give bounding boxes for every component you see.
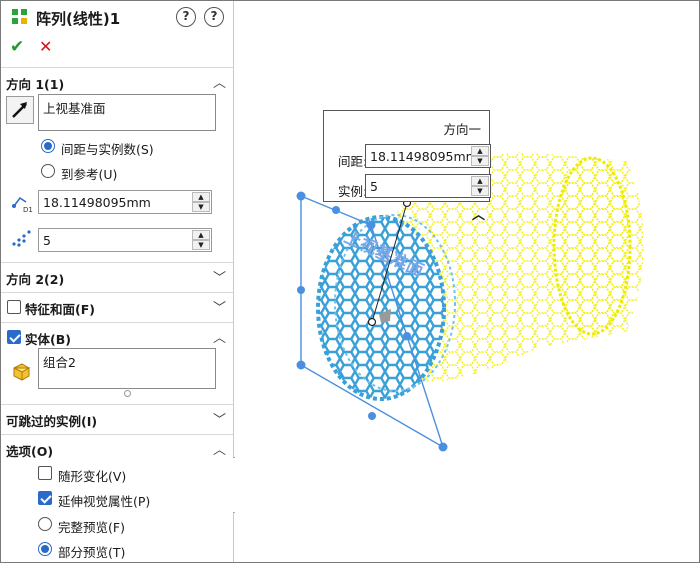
spin-down-icon[interactable]: ▼: [471, 186, 489, 196]
chevron-up-icon[interactable]: ︿: [213, 439, 226, 458]
spacing-instances-label: 间距与实例数(S): [61, 142, 154, 157]
options-section-header[interactable]: 选项(O) ︿: [1, 434, 233, 462]
bodies-section-header[interactable]: 实体(B) ︿: [1, 322, 233, 350]
direction1-label: 方向 1(1): [6, 77, 65, 92]
bodies-label: 实体(B): [25, 332, 71, 347]
property-manager-panel: 阵列(线性)1 ? ? ✔ ✕ 方向 1(1) ︿ 上视基准面 间距与实例数(S…: [1, 1, 234, 562]
help-icon[interactable]: ?: [204, 7, 224, 27]
spin-down-icon[interactable]: ▼: [192, 240, 210, 250]
direction1-callout: 方向一 间距: 18.11498095mm ▲ ▼ 实例: 5 ▲ ▼: [323, 110, 491, 202]
instances-stepper[interactable]: ▲ ▼: [192, 230, 210, 250]
instances-to-skip-label: 可跳过的实例(I): [6, 414, 98, 429]
graphics-viewport[interactable]: 上视基准面 方向一 间距: 18.11498095mm ▲ ▼ 实例: 5 ▲ …: [235, 1, 699, 562]
scene-canvas[interactable]: 上视基准面: [235, 1, 699, 562]
spacing-input[interactable]: 18.11498095mm ▲ ▼: [38, 190, 212, 214]
callout-instances-stepper[interactable]: ▲ ▼: [471, 176, 489, 196]
chevron-down-icon[interactable]: ﹀: [213, 267, 226, 286]
help-detail-icon[interactable]: ?: [176, 7, 196, 27]
spin-down-icon[interactable]: ▼: [471, 156, 489, 166]
features-faces-label: 特征和面(F): [25, 302, 95, 317]
svg-text:D1: D1: [23, 206, 33, 214]
callout-instances-value: 5: [370, 179, 378, 194]
panel-title: 阵列(线性)1: [36, 10, 121, 28]
ok-button[interactable]: ✔: [10, 37, 24, 57]
list-resize-handle[interactable]: [124, 390, 131, 397]
options-label: 选项(O): [6, 444, 54, 459]
callout-collapse-chevron-icon[interactable]: ︿: [472, 204, 485, 223]
features-faces-checkbox[interactable]: [7, 300, 21, 314]
reverse-direction-icon: [12, 102, 27, 118]
spacing-instances-radio[interactable]: [41, 139, 55, 153]
to-reference-radio[interactable]: [41, 164, 55, 178]
reverse-direction-button[interactable]: [6, 96, 34, 124]
partial-preview-label: 部分预览(T): [58, 545, 126, 560]
spin-up-icon[interactable]: ▲: [192, 192, 210, 202]
callout-title: 方向一: [443, 122, 481, 137]
bodies-selection-box[interactable]: 组合2: [38, 348, 216, 389]
chevron-down-icon[interactable]: ﹀: [213, 409, 226, 428]
vary-sketch-label: 随形变化(V): [58, 469, 127, 484]
chevron-up-icon[interactable]: ︿: [213, 72, 226, 91]
spacing-stepper[interactable]: ▲ ▼: [192, 192, 210, 212]
bodies-item: 组合2: [43, 355, 76, 370]
callout-spacing-input[interactable]: 18.11498095mm ▲ ▼: [365, 144, 491, 168]
spin-down-icon[interactable]: ▼: [192, 202, 210, 212]
bodies-checkbox[interactable]: [7, 330, 21, 344]
solid-body-icon: [13, 363, 31, 381]
callout-spacing-stepper[interactable]: ▲ ▼: [471, 146, 489, 166]
propagate-visual-label: 延伸视觉属性(P): [58, 494, 151, 509]
linear-pattern-icon: [12, 9, 27, 24]
spin-up-icon[interactable]: ▲: [471, 146, 489, 156]
vary-sketch-checkbox[interactable]: [38, 466, 52, 480]
instances-input[interactable]: 5 ▲ ▼: [38, 228, 212, 252]
instances-value: 5: [43, 233, 51, 248]
spacing-icon: D1: [12, 196, 33, 214]
arrow-handle-start[interactable]: [367, 317, 377, 327]
spacing-value: 18.11498095mm: [43, 195, 151, 210]
to-reference-label: 到参考(U): [61, 167, 118, 182]
partial-preview-radio[interactable]: [38, 542, 52, 556]
cancel-button[interactable]: ✕: [39, 37, 52, 56]
instances-to-skip-section-header[interactable]: 可跳过的实例(I) ﹀: [1, 404, 233, 432]
full-preview-radio[interactable]: [38, 517, 52, 531]
callout-spacing-label: 间距:: [338, 154, 368, 169]
direction2-label: 方向 2(2): [6, 272, 65, 287]
spin-up-icon[interactable]: ▲: [192, 230, 210, 240]
direction1-reference-box[interactable]: 上视基准面: [38, 94, 216, 131]
callout-instances-input[interactable]: 5 ▲ ▼: [365, 174, 491, 198]
direction1-reference: 上视基准面: [43, 101, 106, 116]
spin-up-icon[interactable]: ▲: [471, 176, 489, 186]
features-faces-section-header[interactable]: 特征和面(F) ﹀: [1, 292, 233, 320]
propagate-visual-checkbox[interactable]: [38, 491, 52, 505]
direction2-section-header[interactable]: 方向 2(2) ﹀: [1, 262, 233, 290]
panel-header: 阵列(线性)1 ? ?: [1, 1, 233, 33]
callout-spacing-value: 18.11498095mm: [370, 149, 478, 164]
full-preview-label: 完整预览(F): [58, 520, 125, 535]
chevron-up-icon[interactable]: ︿: [213, 327, 226, 346]
direction1-section-header[interactable]: 方向 1(1) ︿: [1, 67, 233, 95]
chevron-down-icon[interactable]: ﹀: [213, 297, 226, 316]
instances-icon: [12, 230, 31, 247]
callout-instances-label: 实例:: [338, 184, 368, 199]
